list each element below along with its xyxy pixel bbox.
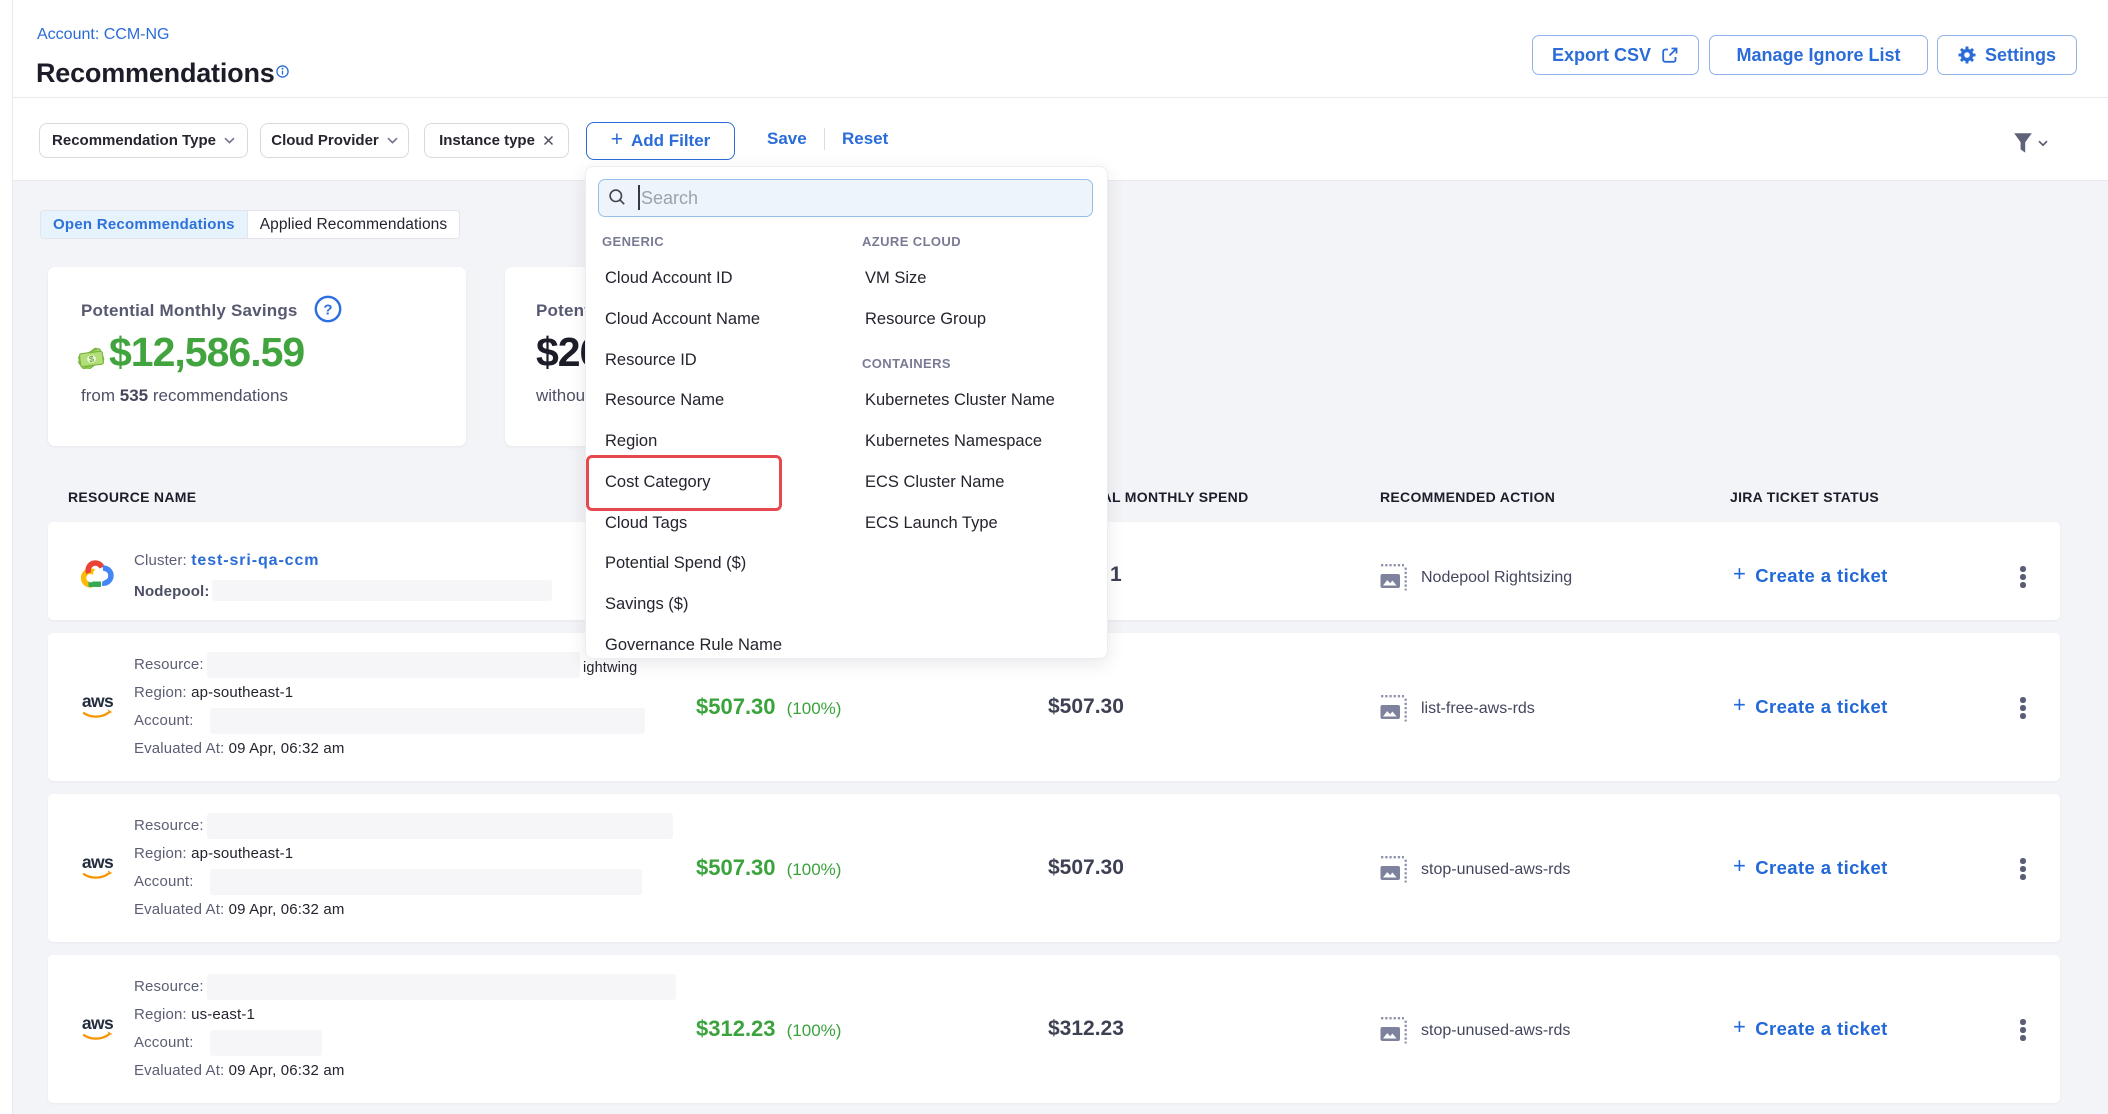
svg-text:aws: aws — [82, 691, 114, 711]
svg-text:aws: aws — [82, 1013, 114, 1033]
svg-text:aws: aws — [82, 852, 114, 872]
svg-text:?: ? — [323, 302, 332, 319]
